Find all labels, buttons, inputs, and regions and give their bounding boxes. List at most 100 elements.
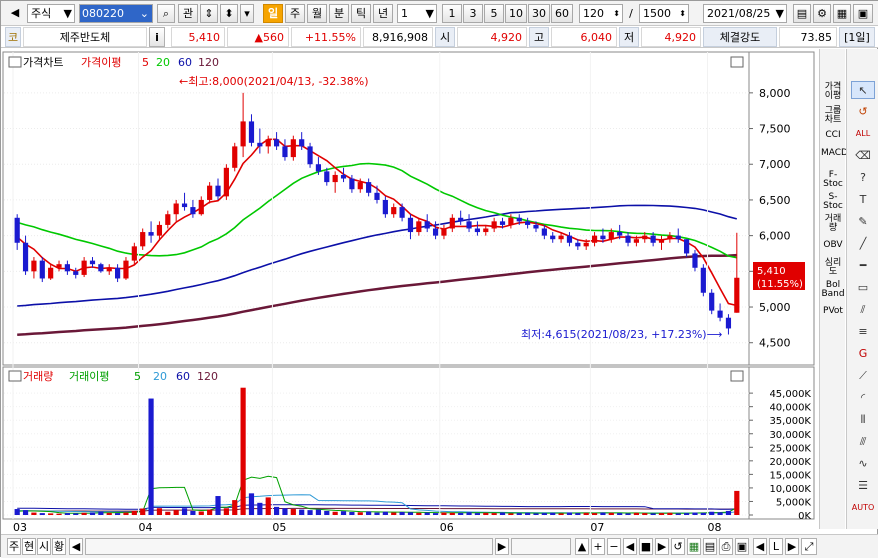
window-icon[interactable]: ▣	[853, 4, 873, 23]
scroll-right-icon[interactable]: ▶	[495, 538, 509, 555]
first-icon[interactable]: ◀	[623, 538, 637, 555]
hline-icon[interactable]: ━	[851, 257, 875, 275]
indicator-fstoc[interactable]: F-Stoc	[821, 171, 845, 189]
spin-icon[interactable]: ⬍	[220, 4, 238, 23]
refresh-icon[interactable]: ↺	[851, 103, 875, 121]
gann-icon[interactable]: G	[851, 345, 875, 363]
grid-icon[interactable]: ▦	[833, 4, 851, 23]
interval-30-button[interactable]: 30	[528, 4, 550, 23]
stock-code-input[interactable]: 080220 ⌄	[79, 4, 153, 23]
volume-bar	[22, 510, 29, 515]
panel-maximize-icon[interactable]	[730, 370, 744, 382]
help-icon[interactable]: ?	[851, 169, 875, 187]
indicator-cci[interactable]: CCI	[821, 131, 845, 140]
interval-select[interactable]: 1 ▼	[397, 4, 437, 23]
save-icon[interactable]: ▤	[793, 4, 811, 23]
eraser-icon[interactable]: ⌫	[851, 147, 875, 165]
arrow-left-icon[interactable]: ◀	[753, 538, 767, 555]
zoom-slider[interactable]	[511, 538, 571, 555]
period-year-button[interactable]: 년	[373, 4, 393, 23]
arrow-updown-icon[interactable]: ⇕	[200, 4, 218, 23]
line-icon[interactable]: ╱	[851, 235, 875, 253]
save-icon[interactable]: ▤	[703, 538, 717, 555]
panel-menu-icon[interactable]	[8, 56, 22, 68]
text-icon[interactable]: T	[851, 191, 875, 209]
period-week-button[interactable]: 주	[285, 4, 305, 23]
market-badge-label: 코	[7, 31, 19, 44]
volume-legend-ma20: 20	[153, 370, 167, 383]
print-icon[interactable]: ⎙	[719, 538, 733, 555]
image-icon[interactable]: ▣	[735, 538, 749, 555]
legend-ma60: 60	[178, 56, 192, 69]
indicator-pivot[interactable]: PVot	[821, 307, 845, 316]
tab-market[interactable]: 시	[37, 538, 51, 555]
panel-menu-icon[interactable]	[8, 370, 22, 382]
arrow-right-icon[interactable]: ▶	[785, 538, 799, 555]
excel-icon[interactable]: ▦	[687, 538, 701, 555]
volume-bar	[173, 510, 179, 515]
date-picker[interactable]: 2021/08/25 ▼	[703, 4, 787, 23]
indicator-macd[interactable]: MACD	[821, 149, 848, 158]
volume-bar	[466, 512, 472, 515]
horizontal-scrollbar[interactable]	[85, 538, 493, 555]
gear-icon[interactable]: ⚙	[813, 4, 831, 23]
panel-maximize-icon[interactable]	[730, 56, 744, 68]
fibo-icon[interactable]: ≡	[851, 323, 875, 341]
scroll-left-icon[interactable]: ◀	[69, 538, 83, 555]
interval-3-button[interactable]: 3	[463, 4, 483, 23]
last-icon[interactable]: ▶	[655, 538, 669, 555]
search-button[interactable]: ⌕	[157, 4, 175, 23]
interval-1-button[interactable]: 1	[442, 4, 462, 23]
interval-5-button[interactable]: 5	[484, 4, 504, 23]
volume-bar	[257, 502, 263, 515]
tab-current[interactable]: 현	[22, 538, 36, 555]
plus-icon[interactable]: +	[591, 538, 605, 555]
market-select[interactable]: 주식 ▼	[27, 4, 75, 23]
period-minute-button[interactable]: 분	[329, 4, 349, 23]
info-button[interactable]: i	[149, 27, 165, 47]
volume-bar	[349, 512, 355, 515]
period-day-button[interactable]: 일	[263, 4, 283, 23]
count-input[interactable]: 120 ⬍	[579, 4, 623, 23]
all-icon[interactable]: ALL	[851, 125, 875, 143]
cycle-icon[interactable]: ⦀	[851, 411, 875, 429]
arc-icon[interactable]: ◜	[851, 389, 875, 407]
tab-status[interactable]: 황	[52, 538, 66, 555]
expand-icon[interactable]: ⤢	[801, 538, 817, 555]
rectangle-icon[interactable]: ▭	[851, 279, 875, 297]
auto-icon[interactable]: AUTO	[851, 499, 875, 517]
volume-legend-ma120: 120	[197, 370, 218, 383]
pointer-icon[interactable]: ↖	[851, 81, 875, 99]
total-input[interactable]: 1500 ⬍	[639, 4, 689, 23]
indicator-bollinger[interactable]: Bol Band	[821, 281, 845, 299]
watchlist-button[interactable]: 관	[178, 4, 198, 23]
fan-icon[interactable]: ⟋	[851, 367, 875, 385]
indicator-sstoc[interactable]: S-Stoc	[821, 193, 845, 211]
tab-stock[interactable]: 주	[7, 538, 21, 555]
indicator-ma[interactable]: 가격이평	[821, 83, 845, 101]
period-month-button[interactable]: 월	[307, 4, 327, 23]
pitchfork-icon[interactable]: ⫻	[851, 433, 875, 451]
levels-icon[interactable]: ☰	[851, 477, 875, 495]
indicator-psychology[interactable]: 심리도	[821, 259, 845, 277]
indicator-volume[interactable]: 거래량	[821, 215, 845, 233]
indicator-group-chart[interactable]: 그룹차트	[821, 107, 845, 125]
chart-area[interactable]: 8,0007,5007,0006,5006,0005,5005,0004,500…	[1, 49, 819, 557]
channel-icon[interactable]: ⫽	[851, 301, 875, 319]
candle-body	[725, 317, 732, 329]
interval-60-button[interactable]: 60	[551, 4, 573, 23]
reset-icon[interactable]: ↺	[671, 538, 685, 555]
indicator-obv[interactable]: OBV	[821, 241, 845, 250]
layout-l-icon[interactable]: L	[769, 538, 783, 555]
wave-icon[interactable]: ∿	[851, 455, 875, 473]
play-icon[interactable]: ▲	[575, 538, 589, 555]
minus-icon[interactable]: −	[607, 538, 621, 555]
low-value-text: 4,920	[664, 31, 697, 44]
nav-left-icon[interactable]: ◀	[5, 4, 25, 23]
stop-icon[interactable]: ■	[639, 538, 653, 555]
interval-10-button[interactable]: 10	[505, 4, 527, 23]
chart-svg[interactable]: 8,0007,5007,0006,5006,0005,5005,0004,500…	[1, 49, 819, 534]
pen-icon[interactable]: ✎	[851, 213, 875, 231]
period-tick-button[interactable]: 틱	[351, 4, 371, 23]
chevron-down-icon[interactable]: ▾	[240, 4, 254, 23]
